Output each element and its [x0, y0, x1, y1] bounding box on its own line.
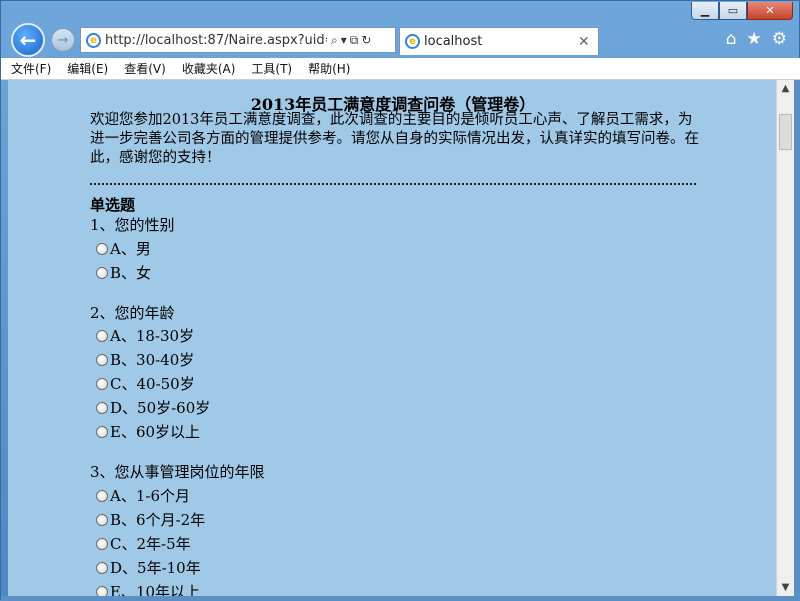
question-2: 2、您的年龄 — [90, 304, 175, 322]
option-label: A、18-30岁 — [110, 327, 195, 345]
option-label: B、30-40岁 — [110, 351, 195, 369]
option-radio[interactable]: A、1-6个月 — [96, 485, 190, 506]
favorites-star-icon[interactable]: ★ — [747, 29, 762, 49]
address-url[interactable]: http://localhost:87/Naire.aspx?uid=18 — [105, 33, 327, 48]
close-window-button[interactable]: ✕ — [747, 2, 793, 20]
option-radio[interactable]: E、10年以上 — [96, 581, 200, 596]
option-label: E、10年以上 — [110, 583, 201, 596]
settings-gear-icon[interactable]: ⚙ — [772, 29, 787, 49]
option-radio[interactable]: A、18-30岁 — [96, 325, 194, 346]
address-bar[interactable]: e http://localhost:87/Naire.aspx?uid=18 … — [80, 27, 396, 53]
radio-button[interactable] — [96, 242, 108, 255]
survey-intro: 欢迎您参加2013年员工满意度调查，此次调查的主要目的是倾听员工心声、了解员工需… — [90, 112, 699, 166]
menu-file[interactable]: 文件(F) — [11, 60, 51, 77]
back-arrow-icon: ← — [19, 28, 37, 52]
scrollbar-thumb[interactable] — [779, 114, 792, 150]
window-frame-right — [794, 80, 800, 596]
back-button[interactable]: ← — [11, 23, 45, 57]
close-tab-icon[interactable]: ✕ — [578, 34, 598, 50]
browser-toolbar-icons: ⌂ ★ ⚙ — [726, 29, 787, 49]
radio-button[interactable] — [96, 585, 108, 596]
option-radio[interactable]: E、60岁以上 — [96, 421, 200, 442]
option-label: D、50岁-60岁 — [110, 399, 211, 417]
menu-help[interactable]: 帮助(H) — [308, 60, 350, 77]
dropdown-arrow-icon[interactable]: ▾ — [341, 33, 347, 48]
radio-button[interactable] — [96, 329, 108, 342]
menu-favorites[interactable]: 收藏夹(A) — [182, 60, 236, 77]
radio-button[interactable] — [96, 401, 108, 414]
radio-button[interactable] — [96, 513, 108, 526]
option-radio[interactable]: B、6个月-2年 — [96, 509, 205, 530]
option-radio[interactable]: D、50岁-60岁 — [96, 397, 210, 418]
menu-edit[interactable]: 编辑(E) — [67, 60, 108, 77]
option-label: B、女 — [110, 264, 152, 282]
window-controls: ▁ ▭ ✕ — [691, 2, 793, 20]
radio-button[interactable] — [96, 489, 108, 502]
section-heading: 单选题 — [90, 196, 136, 214]
option-label: D、5年-10年 — [110, 559, 201, 577]
navigation-bar: ← → e http://localhost:87/Naire.aspx?uid… — [1, 21, 800, 58]
compat-view-icon[interactable]: ⧉ — [350, 33, 359, 48]
ie-logo-icon: e — [405, 34, 420, 49]
option-label: A、男 — [110, 240, 151, 258]
menu-bar: 文件(F) 编辑(E) 查看(V) 收藏夹(A) 工具(T) 帮助(H) — [1, 58, 800, 80]
option-label: E、60岁以上 — [110, 423, 201, 441]
menu-tools[interactable]: 工具(T) — [251, 60, 292, 77]
vertical-scrollbar[interactable]: ▲ ▼ — [776, 80, 794, 596]
option-radio[interactable]: C、2年-5年 — [96, 533, 191, 554]
option-radio[interactable]: D、5年-10年 — [96, 557, 201, 578]
option-label: A、1-6个月 — [110, 487, 190, 505]
radio-button[interactable] — [96, 537, 108, 550]
option-label: C、2年-5年 — [110, 535, 191, 553]
scroll-down-arrow-icon[interactable]: ▼ — [777, 579, 794, 596]
home-icon[interactable]: ⌂ — [726, 29, 737, 49]
ie-logo-icon: e — [86, 32, 101, 48]
scroll-up-arrow-icon[interactable]: ▲ — [777, 80, 794, 97]
divider — [90, 183, 696, 185]
search-icon[interactable]: ⌕ — [331, 33, 338, 48]
option-radio[interactable]: B、女 — [96, 262, 151, 283]
radio-button[interactable] — [96, 266, 108, 279]
page-content: 2013年员工满意度调查问卷（管理卷） 欢迎您参加2013年员工满意度调查，此次… — [8, 80, 776, 596]
forward-arrow-icon: → — [57, 32, 69, 48]
option-radio[interactable]: C、40-50岁 — [96, 373, 195, 394]
radio-button[interactable] — [96, 353, 108, 366]
tab-localhost[interactable]: e localhost ✕ — [399, 27, 599, 55]
option-radio[interactable]: B、30-40岁 — [96, 349, 194, 370]
option-label: B、6个月-2年 — [110, 511, 206, 529]
radio-button[interactable] — [96, 561, 108, 574]
address-actions: ⌕ ▾ ⧉ ↻ — [331, 33, 371, 48]
window-frame-bottom — [1, 596, 800, 601]
browser-window: ▁ ▭ ✕ ← → e http://localhost:87/Naire.as… — [0, 0, 800, 601]
option-radio[interactable]: A、男 — [96, 238, 151, 259]
radio-button[interactable] — [96, 377, 108, 390]
minimize-button[interactable]: ▁ — [691, 2, 719, 20]
option-label: C、40-50岁 — [110, 375, 195, 393]
refresh-icon[interactable]: ↻ — [361, 33, 371, 48]
radio-button[interactable] — [96, 425, 108, 438]
tab-title: localhost — [424, 34, 483, 49]
maximize-button[interactable]: ▭ — [719, 2, 747, 20]
question-1: 1、您的性别 — [90, 216, 175, 234]
question-3: 3、您从事管理岗位的年限 — [90, 463, 265, 481]
forward-button[interactable]: → — [51, 28, 75, 52]
menu-view[interactable]: 查看(V) — [124, 60, 166, 77]
